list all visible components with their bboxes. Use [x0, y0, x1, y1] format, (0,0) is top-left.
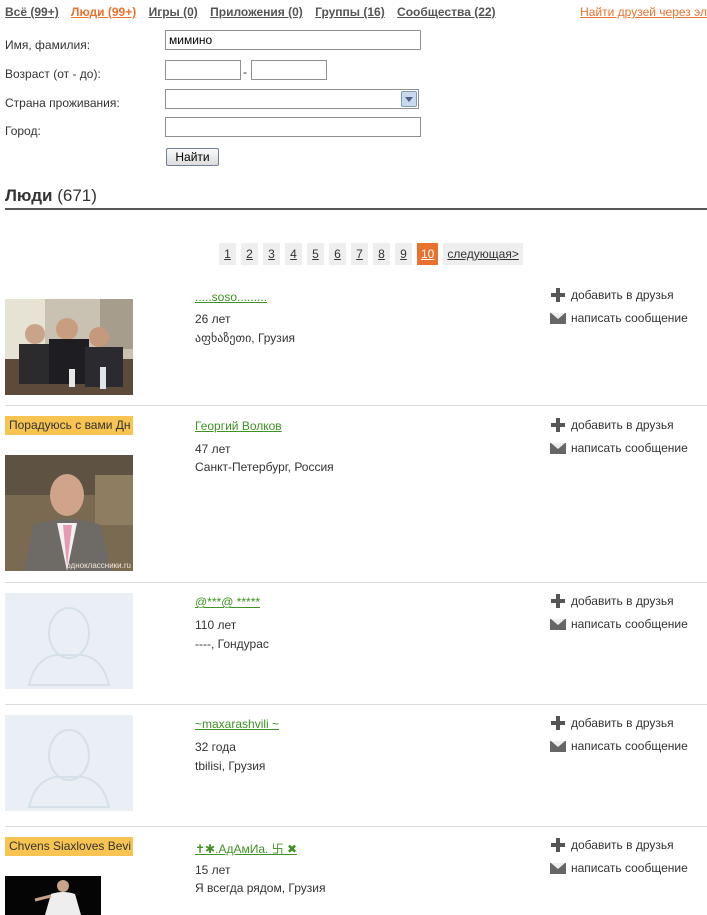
group-photo-icon: [5, 299, 133, 395]
plus-icon: [550, 838, 566, 852]
user-name-link[interactable]: Георгий Волков: [195, 419, 282, 433]
send-message-label: написать сообщение: [571, 739, 688, 753]
plus-icon: [550, 288, 566, 302]
add-friend-label: добавить в друзья: [571, 838, 674, 852]
user-location: Я всегда рядом, Грузия: [195, 881, 326, 895]
user-location: tbilisi, Грузия: [195, 759, 266, 773]
find-friends-link[interactable]: Найти друзей через эл: [580, 5, 707, 19]
add-friend-button[interactable]: добавить в друзья: [550, 838, 674, 852]
add-friend-label: добавить в друзья: [571, 418, 674, 432]
user-name-link[interactable]: .....soso.........: [195, 290, 267, 304]
city-label: Город:: [5, 124, 41, 138]
name-input[interactable]: [165, 30, 421, 50]
tab-groups[interactable]: Группы (16): [315, 5, 385, 19]
default-avatar-icon: [5, 715, 133, 811]
page-link-7[interactable]: 7: [351, 243, 368, 265]
tab-communities[interactable]: Сообщества (22): [397, 5, 496, 19]
user-location: Санкт-Петербург, Россия: [195, 460, 334, 474]
page-link-1[interactable]: 1: [219, 243, 236, 265]
name-label: Имя, фамилия:: [5, 38, 91, 52]
dark-photo-icon: [5, 876, 101, 915]
status-badge: Chvens Siaxloves Bevi: [5, 837, 133, 856]
send-message-button[interactable]: написать сообщение: [550, 441, 688, 455]
plus-icon: [550, 418, 566, 432]
user-age: 110 лет: [195, 618, 237, 632]
list-item: .....soso......... 26 лет აფხაზეთი, Груз…: [5, 285, 707, 406]
user-name-link[interactable]: ~maxarashvili ~: [195, 717, 279, 731]
portrait-photo-icon: [5, 455, 133, 571]
chevron-down-icon[interactable]: [401, 91, 417, 107]
user-name-link[interactable]: ✝✱.АдАмИа. 卐 ✖: [195, 840, 297, 857]
page-link-6[interactable]: 6: [329, 243, 346, 265]
list-item: Chvens Siaxloves Bevi ✝✱.АдАмИа. 卐 ✖ 15 …: [5, 827, 707, 915]
default-avatar-icon: [5, 593, 133, 689]
plus-icon: [550, 594, 566, 608]
add-friend-button[interactable]: добавить в друзья: [550, 418, 674, 432]
page-link-9[interactable]: 9: [395, 243, 412, 265]
send-message-button[interactable]: написать сообщение: [550, 311, 688, 325]
plus-icon: [550, 716, 566, 730]
next-page-link[interactable]: следующая>: [443, 243, 523, 265]
user-name-link[interactable]: @***@ *****: [195, 595, 260, 609]
add-friend-label: добавить в друзья: [571, 594, 674, 608]
page-link-current[interactable]: 10: [417, 243, 439, 265]
add-friend-label: добавить в друзья: [571, 716, 674, 730]
envelope-icon: [550, 862, 566, 874]
page-link-4[interactable]: 4: [285, 243, 302, 265]
tab-games[interactable]: Игры (0): [149, 5, 198, 19]
age-to-input[interactable]: [251, 60, 327, 80]
envelope-icon: [550, 740, 566, 752]
page-link-5[interactable]: 5: [307, 243, 324, 265]
results-count: (671): [57, 186, 97, 205]
list-item: ~maxarashvili ~ 32 года tbilisi, Грузия …: [5, 705, 707, 827]
search-category-tabs: Всё (99+) Люди (99+) Игры (0) Приложения…: [5, 5, 707, 21]
search-button[interactable]: Найти: [166, 148, 219, 166]
add-friend-button[interactable]: добавить в друзья: [550, 716, 674, 730]
send-message-label: написать сообщение: [571, 617, 688, 631]
send-message-button[interactable]: написать сообщение: [550, 739, 688, 753]
photo-watermark: одноклассники.ru: [66, 561, 131, 570]
pagination: 1 2 3 4 5 6 7 8 9 10 следующая>: [219, 243, 528, 265]
user-location: ----, Гондурас: [195, 637, 269, 651]
page-link-8[interactable]: 8: [373, 243, 390, 265]
list-item: Порадуюсь с вами Дн одноклассники.ru Гео…: [5, 406, 707, 583]
send-message-label: написать сообщение: [571, 861, 688, 875]
age-label: Возраст (от - до):: [5, 67, 101, 81]
list-item: @***@ ***** 110 лет ----, Гондурас добав…: [5, 583, 707, 705]
page-title: Люди (671): [5, 186, 97, 206]
age-from-input[interactable]: [165, 60, 241, 80]
user-age: 32 года: [195, 740, 236, 754]
envelope-icon: [550, 618, 566, 630]
send-message-label: написать сообщение: [571, 311, 688, 325]
send-message-label: написать сообщение: [571, 441, 688, 455]
add-friend-button[interactable]: добавить в друзья: [550, 288, 674, 302]
user-age: 47 лет: [195, 442, 231, 456]
country-label: Страна проживания:: [5, 96, 120, 110]
add-friend-label: добавить в друзья: [571, 288, 674, 302]
tab-all[interactable]: Всё (99+): [5, 5, 59, 19]
status-badge: Порадуюсь с вами Дн: [5, 416, 133, 435]
tab-apps[interactable]: Приложения (0): [210, 5, 303, 19]
page-link-3[interactable]: 3: [263, 243, 280, 265]
user-photo[interactable]: [5, 715, 133, 811]
envelope-icon: [550, 312, 566, 324]
add-friend-button[interactable]: добавить в друзья: [550, 594, 674, 608]
user-photo[interactable]: одноклассники.ru: [5, 455, 133, 571]
envelope-icon: [550, 442, 566, 454]
page-link-2[interactable]: 2: [241, 243, 258, 265]
user-photo[interactable]: [5, 876, 101, 915]
user-location: აფხაზეთი, Грузия: [195, 331, 296, 345]
section-title-text: Люди: [5, 186, 53, 205]
section-divider: [5, 208, 707, 210]
send-message-button[interactable]: написать сообщение: [550, 861, 688, 875]
country-select[interactable]: [165, 89, 419, 109]
tab-people[interactable]: Люди (99+): [71, 5, 136, 19]
user-photo[interactable]: [5, 299, 133, 395]
age-range-dash: -: [243, 65, 247, 79]
user-age: 26 лет: [195, 312, 231, 326]
send-message-button[interactable]: написать сообщение: [550, 617, 688, 631]
user-age: 15 лет: [195, 863, 231, 877]
city-input[interactable]: [165, 117, 421, 137]
user-photo[interactable]: [5, 593, 133, 689]
